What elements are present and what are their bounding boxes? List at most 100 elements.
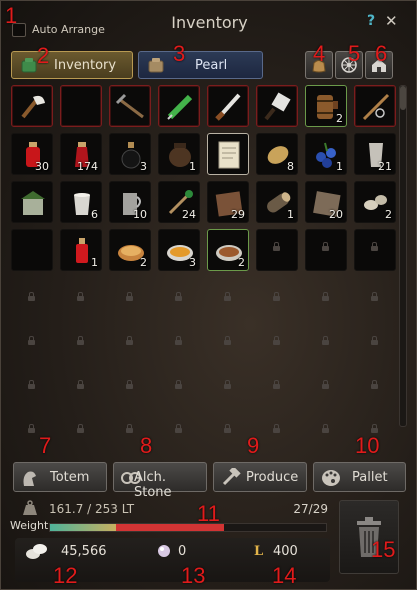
marker-5: 5	[348, 41, 361, 66]
lock-icon	[175, 336, 182, 345]
lock-icon	[77, 292, 84, 301]
alch-stone-button[interactable]: Alch. Stone	[113, 462, 207, 500]
inventory-slot[interactable]: 3	[109, 133, 151, 175]
pallet-button[interactable]: Pallet	[313, 462, 406, 492]
locked-slot	[111, 369, 149, 407]
lock-icon	[77, 424, 84, 433]
item-quantity: 2	[385, 208, 392, 221]
loyalty-icon: L	[254, 544, 264, 559]
lock-icon	[175, 380, 182, 389]
item-quantity: 6	[91, 208, 98, 221]
inventory-slot[interactable]: 24	[158, 181, 200, 223]
locked-slot	[307, 231, 345, 269]
locked-slot	[356, 281, 394, 319]
inventory-slot[interactable]: 1	[60, 229, 102, 271]
inventory-slot-empty[interactable]	[60, 85, 102, 127]
item-quantity: 3	[140, 160, 147, 173]
inventory-slot[interactable]: 2	[207, 229, 249, 271]
inventory-scrollbar[interactable]	[399, 85, 407, 427]
hammer-icon	[222, 468, 241, 486]
pearl-bag-icon	[148, 58, 164, 73]
axe-icon	[21, 95, 45, 119]
lock-icon	[371, 336, 378, 345]
item-quantity: 1	[287, 208, 294, 221]
inventory-slot[interactable]: 2	[305, 85, 347, 127]
lock-icon	[175, 424, 182, 433]
weight-icon	[23, 500, 37, 515]
inventory-slot[interactable]	[11, 85, 53, 127]
inventory-slot[interactable]	[207, 133, 249, 175]
silver-amount: 45,566	[61, 544, 107, 559]
produce-button[interactable]: Produce	[213, 462, 307, 492]
locked-slot	[111, 281, 149, 319]
marker-9: 9	[247, 433, 260, 458]
item-quantity: 21	[378, 160, 392, 173]
inventory-slot[interactable]: 6	[60, 181, 102, 223]
lock-icon	[224, 292, 231, 301]
bag-icon	[21, 58, 37, 73]
silver-icon	[26, 544, 47, 559]
inventory-slot[interactable]: 30	[11, 133, 53, 175]
inventory-slot[interactable]: 2	[109, 229, 151, 271]
inventory-slot[interactable]: 29	[207, 181, 249, 223]
locked-slot	[160, 325, 198, 363]
marker-6: 6	[375, 41, 388, 66]
inventory-slot[interactable]: 3	[158, 229, 200, 271]
item-quantity: 8	[287, 160, 294, 173]
scrollbar-thumb[interactable]	[400, 86, 406, 110]
inventory-slot[interactable]	[11, 181, 53, 223]
pearl-icon	[158, 545, 170, 557]
marker-14: 14	[272, 563, 297, 588]
alch-stone-label: Alch. Stone	[134, 470, 172, 500]
inventory-slot[interactable]: 1	[305, 133, 347, 175]
locked-slot	[258, 231, 296, 269]
marker-1: 1	[5, 3, 18, 28]
lock-icon	[322, 336, 329, 345]
palette-icon	[322, 470, 340, 486]
lock-icon	[126, 292, 133, 301]
item-quantity: 24	[182, 208, 196, 221]
close-icon[interactable]: ✕	[385, 12, 398, 30]
lock-icon	[322, 424, 329, 433]
inventory-slot[interactable]: 174	[60, 133, 102, 175]
inventory-slot[interactable]: 1	[256, 181, 298, 223]
locked-slot	[356, 325, 394, 363]
inventory-slot[interactable]	[207, 85, 249, 127]
item-quantity: 1	[189, 160, 196, 173]
item-quantity: 20	[329, 208, 343, 221]
marker-11: 11	[197, 501, 220, 526]
inventory-slot[interactable]: 21	[354, 133, 396, 175]
item-quantity: 30	[35, 160, 49, 173]
totem-button[interactable]: Totem	[13, 462, 107, 492]
lock-icon	[273, 242, 280, 251]
workshop-icon	[21, 191, 45, 215]
inventory-slot[interactable]	[256, 85, 298, 127]
inventory-slot[interactable]: 2	[354, 181, 396, 223]
help-icon[interactable]: ?	[367, 13, 375, 29]
tab-pearl[interactable]: Pearl	[138, 51, 263, 79]
locked-slot	[307, 413, 345, 451]
marker-8: 8	[140, 433, 153, 458]
inventory-slot[interactable]: 10	[109, 181, 151, 223]
lock-icon	[273, 424, 280, 433]
locked-slot	[356, 231, 394, 269]
lock-icon	[77, 336, 84, 345]
inventory-slot-empty[interactable]	[11, 229, 53, 271]
locked-slot	[13, 369, 51, 407]
tab-inventory[interactable]: Inventory	[11, 51, 133, 79]
inventory-slot[interactable]	[354, 85, 396, 127]
inventory-slot[interactable]	[109, 85, 151, 127]
inventory-slot[interactable]	[158, 85, 200, 127]
inventory-slot[interactable]: 20	[305, 181, 347, 223]
pickaxe-icon	[115, 93, 144, 119]
inventory-slot[interactable]: 8	[256, 133, 298, 175]
item-quantity: 2	[336, 112, 343, 125]
lock-icon	[28, 424, 35, 433]
locked-slot	[62, 369, 100, 407]
item-quantity: 10	[133, 208, 147, 221]
lock-icon	[273, 380, 280, 389]
tab-inventory-label: Inventory	[54, 58, 117, 73]
inventory-slot[interactable]: 1	[158, 133, 200, 175]
lock-icon	[273, 336, 280, 345]
locked-slot	[160, 369, 198, 407]
